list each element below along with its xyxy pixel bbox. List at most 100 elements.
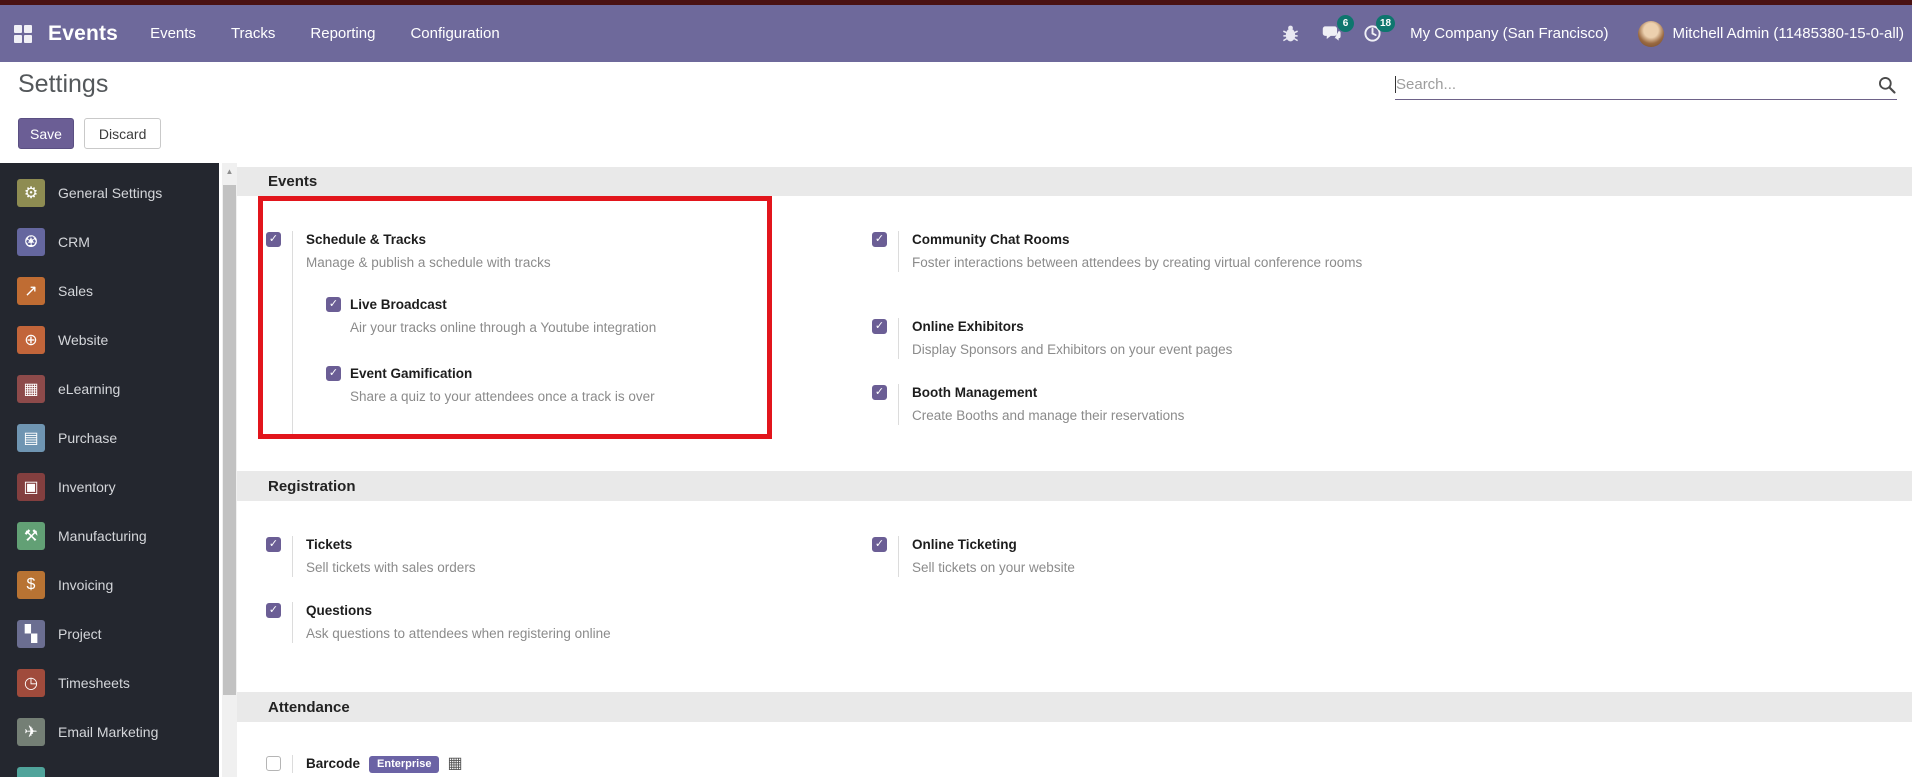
odoo-settings-screen: Events Events Tracks Reporting Configura…	[0, 0, 1912, 777]
sidebar-item-elearning[interactable]: ▦ eLearning	[0, 364, 219, 413]
search-box[interactable]	[1395, 70, 1897, 100]
live-broadcast-label[interactable]: Live Broadcast	[350, 296, 447, 314]
purchase-icon: ▤	[17, 423, 45, 452]
company-switcher[interactable]: My Company (San Francisco)	[1410, 25, 1608, 42]
menu-reporting[interactable]: Reporting	[308, 19, 377, 48]
online-exhibitors-checkbox[interactable]: ✓	[872, 319, 887, 334]
menu-tracks[interactable]: Tracks	[229, 19, 277, 48]
discard-button[interactable]: Discard	[83, 118, 162, 149]
email-marketing-icon: ✈	[17, 717, 45, 746]
sidebar-item-project[interactable]: ▚ Project	[0, 609, 219, 658]
booth-management-label[interactable]: Booth Management	[912, 384, 1368, 402]
section-header-events: Events	[237, 167, 1912, 196]
sidebar-item-invoicing[interactable]: $ Invoicing	[0, 560, 219, 609]
event-gamification-desc: Share a quiz to your attendees once a tr…	[350, 389, 655, 404]
upgrade-icon[interactable]: ▦	[447, 756, 462, 772]
sidebar-item-crm[interactable]: ♼ CRM	[0, 217, 219, 266]
sidebar-item-timesheets[interactable]: ◷ Timesheets	[0, 658, 219, 707]
setting-online-exhibitors: ✓ Online Exhibitors Display Sponsors and…	[872, 318, 1368, 359]
sidebar-item-website[interactable]: ⊕ Website	[0, 315, 219, 364]
control-panel-buttons: Save Discard	[18, 118, 162, 149]
tickets-desc: Sell tickets with sales orders	[306, 560, 476, 575]
section-header-registration: Registration	[237, 471, 1912, 501]
booth-management-checkbox[interactable]: ✓	[872, 385, 887, 400]
navbar-left: Events Events Tracks Reporting Configura…	[0, 19, 502, 48]
elearning-icon: ▦	[17, 374, 45, 403]
partial-app-icon	[17, 766, 45, 777]
project-icon: ▚	[17, 619, 45, 648]
page-title: Settings	[18, 70, 109, 98]
tickets-checkbox[interactable]: ✓	[266, 537, 281, 552]
event-gamification-label[interactable]: Event Gamification	[350, 365, 472, 383]
debug-bug-icon[interactable]	[1278, 22, 1302, 46]
scrollbar-up-arrow[interactable]: ▲	[222, 167, 237, 176]
setting-tickets: ✓ Tickets Sell tickets with sales orders	[266, 536, 747, 577]
section-header-attendance: Attendance	[237, 692, 1912, 722]
live-broadcast-checkbox[interactable]: ✓	[326, 297, 341, 312]
sidebar-item-partial[interactable]	[0, 756, 219, 777]
barcode-checkbox[interactable]	[266, 756, 281, 771]
activities-clock-icon[interactable]: 18	[1360, 14, 1396, 46]
schedule-tracks-desc: Manage & publish a schedule with tracks	[306, 255, 551, 270]
schedule-tracks-label[interactable]: Schedule & Tracks	[306, 231, 747, 249]
online-ticketing-checkbox[interactable]: ✓	[872, 537, 887, 552]
user-menu[interactable]: Mitchell Admin (11485380-15-0-all)	[1672, 25, 1904, 42]
website-icon: ⊕	[17, 325, 45, 354]
sidebar-item-purchase[interactable]: ▤ Purchase	[0, 413, 219, 462]
event-gamification-checkbox[interactable]: ✓	[326, 366, 341, 381]
setting-barcode: Barcode Enterprise ▦	[266, 755, 747, 773]
sidebar-item-sales[interactable]: ↗ Sales	[0, 266, 219, 315]
questions-desc: Ask questions to attendees when register…	[306, 626, 611, 641]
messages-icon[interactable]: 6	[1319, 14, 1355, 46]
settings-body: ⚙ General Settings ♼ CRM ↗ Sales ⊕ Websi…	[0, 163, 1912, 777]
menu-events[interactable]: Events	[148, 19, 198, 48]
sidebar-item-inventory[interactable]: ▣ Inventory	[0, 462, 219, 511]
sales-icon: ↗	[17, 276, 45, 305]
setting-schedule-tracks: ✓ Schedule & Tracks Manage & publish a s…	[266, 231, 747, 434]
invoicing-icon: $	[17, 570, 45, 599]
activities-badge: 18	[1375, 14, 1396, 32]
main-menu: Events Tracks Reporting Configuration	[148, 19, 502, 48]
online-exhibitors-desc: Display Sponsors and Exhibitors on your …	[912, 342, 1233, 357]
control-panel: Settings Save Discard	[0, 62, 1912, 163]
menu-configuration[interactable]: Configuration	[408, 19, 501, 48]
live-broadcast-desc: Air your tracks online through a Youtube…	[350, 320, 657, 335]
setting-booth-management: ✓ Booth Management Create Booths and man…	[872, 384, 1368, 425]
enterprise-badge: Enterprise	[369, 755, 440, 773]
user-avatar[interactable]	[1638, 20, 1665, 47]
apps-grid-icon[interactable]	[14, 24, 32, 43]
top-navbar: Events Events Tracks Reporting Configura…	[0, 5, 1912, 62]
community-chat-rooms-desc: Foster interactions between attendees by…	[912, 255, 1363, 270]
online-exhibitors-label[interactable]: Online Exhibitors	[912, 318, 1368, 336]
schedule-tracks-checkbox[interactable]: ✓	[266, 232, 281, 247]
questions-label[interactable]: Questions	[306, 602, 747, 620]
setting-community-chat-rooms: ✓ Community Chat Rooms Foster interactio…	[872, 231, 1368, 272]
crm-icon: ♼	[17, 227, 45, 256]
search-input[interactable]	[1396, 76, 1877, 93]
online-ticketing-desc: Sell tickets on your website	[912, 560, 1075, 575]
save-button[interactable]: Save	[18, 118, 74, 149]
navbar-right: 6 18 My Company (San Francisco) Mitchell…	[1261, 14, 1912, 47]
sidebar-item-general-settings[interactable]: ⚙ General Settings	[0, 168, 219, 217]
inventory-icon: ▣	[17, 472, 45, 501]
messages-badge: 6	[1337, 14, 1355, 32]
tickets-label[interactable]: Tickets	[306, 536, 747, 554]
timesheets-icon: ◷	[17, 668, 45, 697]
sidebar-item-email-marketing[interactable]: ✈ Email Marketing	[0, 707, 219, 756]
settings-content: Events ✓ Schedule & Tracks Manage & publ…	[237, 163, 1912, 777]
setting-questions: ✓ Questions Ask questions to attendees w…	[266, 602, 747, 643]
community-chat-rooms-checkbox[interactable]: ✓	[872, 232, 887, 247]
questions-checkbox[interactable]: ✓	[266, 603, 281, 618]
setting-live-broadcast: ✓ Live Broadcast Air your tracks online …	[306, 296, 747, 337]
barcode-label[interactable]: Barcode	[306, 755, 360, 773]
search-icon[interactable]	[1877, 75, 1897, 95]
community-chat-rooms-label[interactable]: Community Chat Rooms	[912, 231, 1368, 249]
general-settings-icon: ⚙	[17, 178, 45, 207]
settings-sidebar: ⚙ General Settings ♼ CRM ↗ Sales ⊕ Websi…	[0, 163, 219, 777]
online-ticketing-label[interactable]: Online Ticketing	[912, 536, 1368, 554]
app-brand[interactable]: Events	[48, 22, 118, 46]
scrollbar-thumb[interactable]	[223, 185, 236, 695]
setting-online-ticketing: ✓ Online Ticketing Sell tickets on your …	[872, 536, 1368, 577]
sidebar-item-manufacturing[interactable]: ⚒ Manufacturing	[0, 511, 219, 560]
content-scrollbar[interactable]: ▲	[222, 163, 237, 777]
